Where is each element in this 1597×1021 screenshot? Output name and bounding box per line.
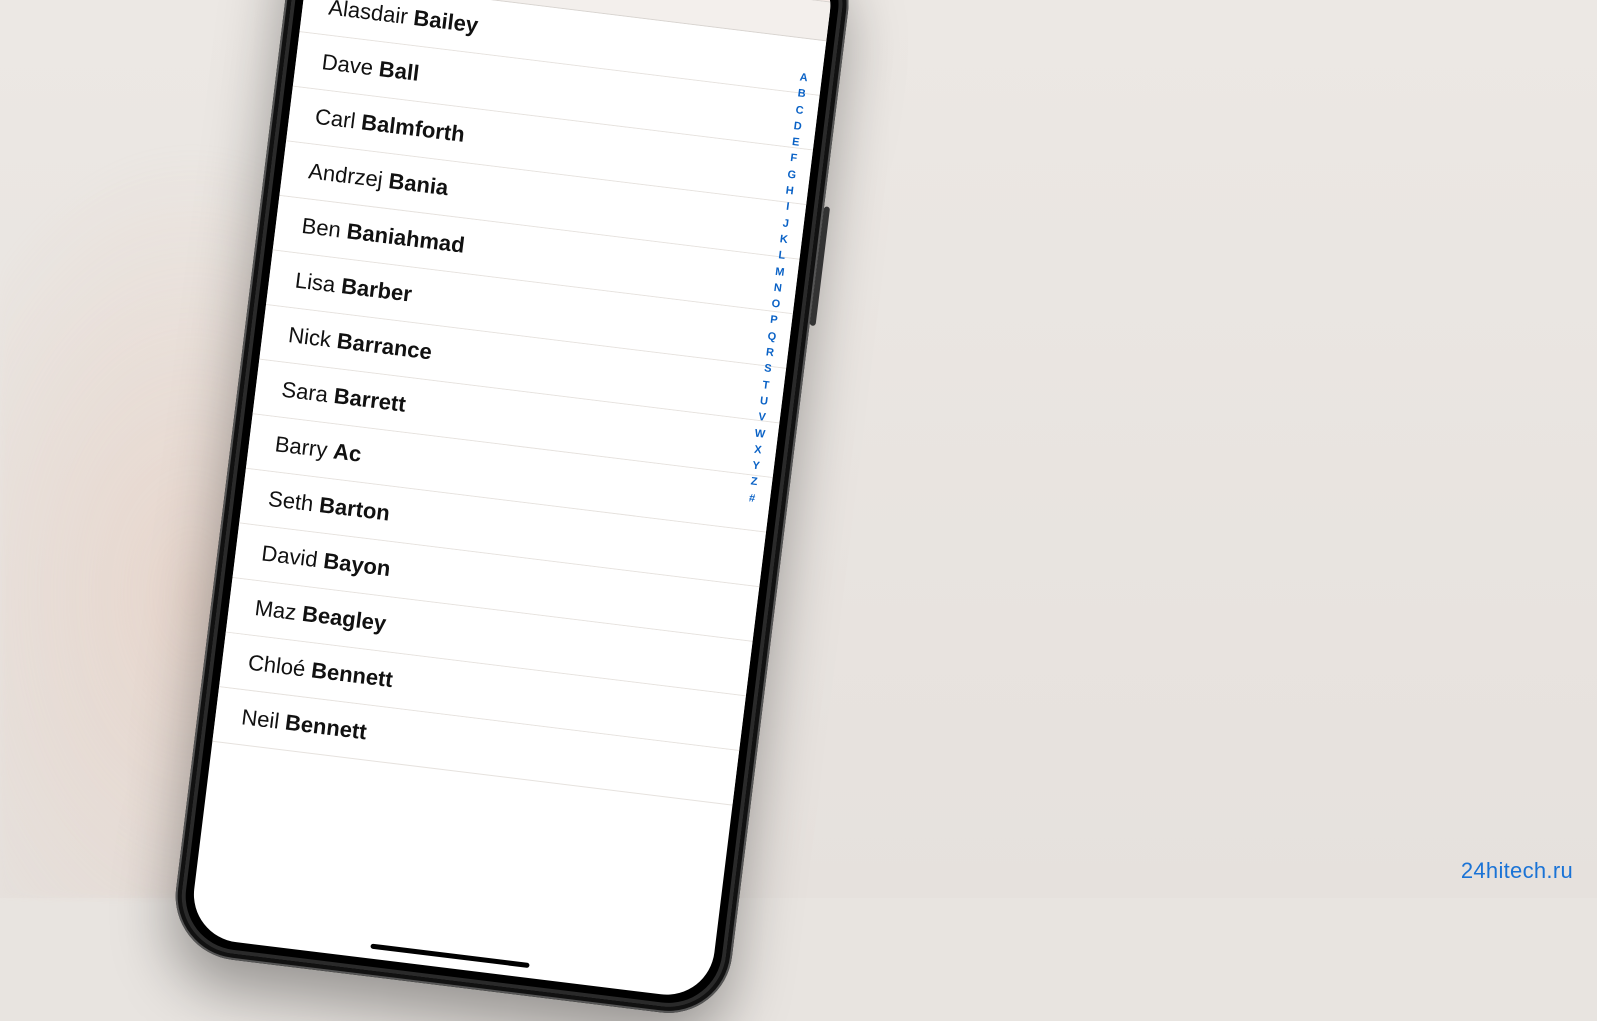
- contact-last-name: Bennett: [310, 657, 394, 692]
- contact-first-name: Seth: [267, 486, 315, 516]
- index-letter[interactable]: N: [773, 281, 783, 296]
- contact-last-name: Barton: [318, 492, 391, 525]
- index-letter[interactable]: X: [753, 442, 762, 457]
- index-letter[interactable]: W: [754, 426, 766, 441]
- contact-first-name: Lisa: [294, 267, 337, 297]
- contact-last-name: Bania: [387, 168, 450, 200]
- contact-last-name: Bayon: [322, 548, 392, 581]
- index-letter[interactable]: Q: [767, 329, 777, 344]
- contact-first-name: Andrzej: [307, 158, 384, 192]
- index-letter[interactable]: Z: [750, 475, 758, 490]
- index-letter[interactable]: V: [757, 410, 766, 425]
- contact-last-name: Balmforth: [360, 109, 466, 146]
- index-letter[interactable]: K: [779, 232, 789, 247]
- contact-first-name: David: [260, 540, 319, 572]
- index-letter[interactable]: F: [789, 151, 797, 166]
- index-letter[interactable]: I: [785, 200, 790, 215]
- contact-last-name: Barrance: [336, 328, 434, 364]
- iphone-device: A B Alasdair Bailey Dave Ball Carl Balmf…: [168, 0, 855, 1020]
- contact-first-name: Chloé: [247, 650, 307, 682]
- contact-first-name: Carl: [314, 104, 357, 134]
- index-letter[interactable]: A: [799, 70, 809, 85]
- contact-first-name: Sara: [280, 377, 329, 407]
- contact-first-name: Barry: [274, 431, 329, 462]
- contact-last-name: Barber: [340, 273, 413, 306]
- index-letter[interactable]: E: [791, 135, 800, 150]
- index-letter[interactable]: D: [793, 119, 803, 134]
- index-letter[interactable]: #: [748, 491, 756, 506]
- contact-last-name: Bennett: [284, 710, 368, 745]
- index-letter[interactable]: C: [795, 103, 805, 118]
- index-letter[interactable]: L: [778, 248, 786, 263]
- watermark: 24hitech.ru: [1461, 858, 1573, 884]
- index-letter[interactable]: M: [774, 264, 785, 279]
- contact-first-name: Nick: [287, 322, 333, 352]
- contact-first-name: Ben: [300, 213, 342, 243]
- index-letter[interactable]: U: [759, 394, 769, 409]
- contact-last-name: Barrett: [333, 383, 408, 417]
- index-letter[interactable]: H: [785, 184, 795, 199]
- index-letter[interactable]: R: [765, 345, 775, 360]
- index-letter[interactable]: T: [762, 378, 770, 393]
- contact-first-name: Dave: [321, 49, 375, 80]
- contact-last-name: Beagley: [301, 601, 388, 636]
- index-letter[interactable]: Y: [751, 459, 760, 474]
- contact-first-name: Alasdair: [327, 0, 409, 29]
- index-letter[interactable]: G: [787, 167, 797, 182]
- scene-background: A B Alasdair Bailey Dave Ball Carl Balmf…: [0, 0, 1597, 898]
- contact-first-name: Maz: [253, 595, 297, 625]
- contact-last-name: Ball: [378, 56, 421, 86]
- contact-last-name: Baniahmad: [345, 218, 466, 257]
- phone-body: A B Alasdair Bailey Dave Ball Carl Balmf…: [168, 0, 855, 1020]
- index-letter[interactable]: O: [771, 297, 781, 312]
- index-letter[interactable]: B: [797, 87, 807, 102]
- index-letter[interactable]: P: [769, 313, 778, 328]
- contact-last-name: Ac: [332, 438, 363, 466]
- index-letter[interactable]: S: [763, 362, 772, 377]
- contact-first-name: Neil: [240, 704, 281, 733]
- index-letter[interactable]: J: [782, 216, 790, 231]
- contact-last-name: Bailey: [412, 5, 479, 38]
